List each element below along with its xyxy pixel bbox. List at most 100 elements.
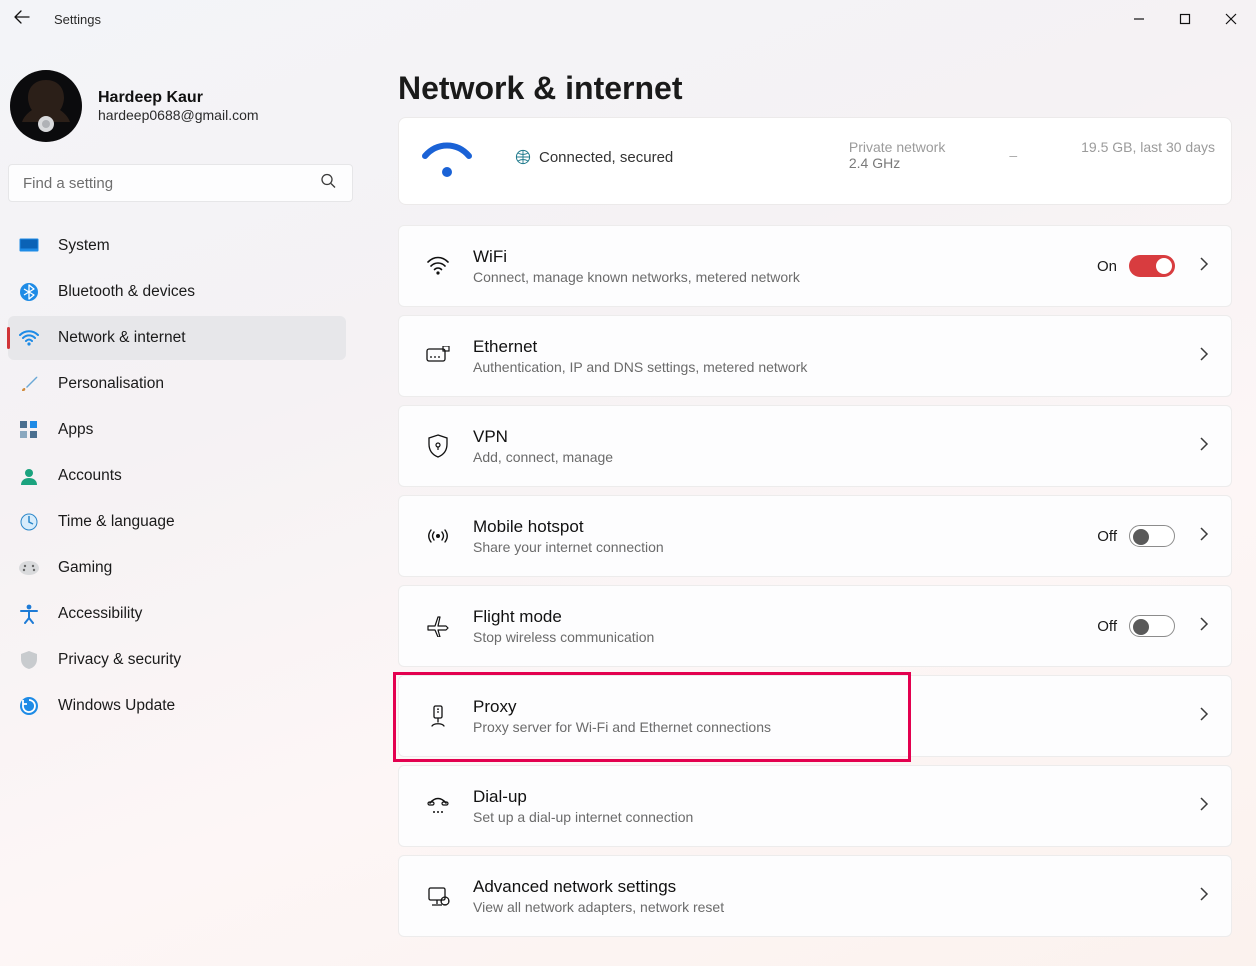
hotspot-toggle[interactable] (1129, 525, 1175, 547)
row-subtitle: Add, connect, manage (473, 449, 613, 465)
sidebar-item-network[interactable]: Network & internet (8, 316, 346, 360)
chevron-right-icon (1199, 886, 1209, 907)
settings-window: Settings (0, 0, 1256, 966)
connection-summary-card[interactable]: Connected, secured Private network 2.4 G… (398, 117, 1232, 205)
settings-row-dialup[interactable]: Dial-up Set up a dial-up internet connec… (398, 765, 1232, 847)
row-title: WiFi (473, 247, 800, 267)
row-subtitle: Share your internet connection (473, 539, 664, 555)
settings-row-vpn[interactable]: VPN Add, connect, manage (398, 405, 1232, 487)
row-subtitle: Stop wireless communication (473, 629, 654, 645)
toggle-label: On (1097, 258, 1117, 275)
sidebar-item-label: Accounts (58, 467, 122, 485)
toggle-label: Off (1097, 528, 1117, 545)
profile-section[interactable]: Hardeep Kaur hardeep0688@gmail.com (8, 70, 356, 142)
chevron-right-icon (1199, 256, 1209, 277)
sidebar-item-label: Time & language (58, 513, 175, 531)
globe-icon (515, 149, 531, 165)
row-text: Advanced network settings View all netwo… (473, 877, 724, 915)
separator: – (1009, 147, 1017, 163)
sidebar-item-privacy-security[interactable]: Privacy & security (8, 638, 346, 682)
gaming-icon (18, 557, 40, 579)
display-icon (18, 235, 40, 257)
sidebar-item-label: Accessibility (58, 605, 142, 623)
sidebar-item-label: Personalisation (58, 375, 164, 393)
row-title: Mobile hotspot (473, 517, 664, 537)
sidebar-item-accessibility[interactable]: Accessibility (8, 592, 346, 636)
row-subtitle: Set up a dial-up internet connection (473, 809, 693, 825)
sidebar-item-windows-update[interactable]: Windows Update (8, 684, 346, 728)
row-subtitle: Connect, manage known networks, metered … (473, 269, 800, 285)
row-text: WiFi Connect, manage known networks, met… (473, 247, 800, 285)
clock-globe-icon (18, 511, 40, 533)
minimize-button[interactable] (1116, 0, 1162, 38)
sidebar-item-apps[interactable]: Apps (8, 408, 346, 452)
titlebar-left: Settings (2, 9, 101, 30)
sidebar-item-gaming[interactable]: Gaming (8, 546, 346, 590)
row-text: Dial-up Set up a dial-up internet connec… (473, 787, 693, 825)
search-input[interactable] (8, 164, 353, 202)
advanced-network-icon (421, 885, 455, 907)
sidebar-item-system[interactable]: System (8, 224, 346, 268)
update-icon (18, 695, 40, 717)
app-name: Settings (54, 12, 101, 27)
sidebar-item-personalisation[interactable]: Personalisation (8, 362, 346, 406)
toggle-label: Off (1097, 618, 1117, 635)
sidebar-item-label: Apps (58, 421, 93, 439)
sidebar-item-accounts[interactable]: Accounts (8, 454, 346, 498)
sidebar-item-label: Privacy & security (58, 651, 181, 669)
row-text: Flight mode Stop wireless communication (473, 607, 654, 645)
settings-row-advanced[interactable]: Advanced network settings View all netwo… (398, 855, 1232, 937)
row-title: Flight mode (473, 607, 654, 627)
settings-row-proxy[interactable]: Proxy Proxy server for Wi-Fi and Etherne… (398, 675, 1232, 757)
settings-row-mobile-hotspot[interactable]: Mobile hotspot Share your internet conne… (398, 495, 1232, 577)
airplane-icon (421, 615, 455, 637)
connection-network-type: Private network 2.4 GHz (849, 139, 945, 171)
row-title: Advanced network settings (473, 877, 724, 897)
page-title: Network & internet (398, 70, 1232, 107)
close-button[interactable] (1208, 0, 1254, 38)
chevron-right-icon (1199, 796, 1209, 817)
row-title: Ethernet (473, 337, 807, 357)
paintbrush-icon (18, 373, 40, 395)
accessibility-icon (18, 603, 40, 625)
connection-status: Connected, secured (515, 149, 673, 166)
row-title: Proxy (473, 697, 771, 717)
sidebar-item-time-language[interactable]: Time & language (8, 500, 346, 544)
main-content: Network & internet Connected, secured Pr… (370, 38, 1256, 966)
person-icon (18, 465, 40, 487)
apps-icon (18, 419, 40, 441)
row-subtitle: Proxy server for Wi-Fi and Ethernet conn… (473, 719, 771, 735)
wifi-toggle[interactable] (1129, 255, 1175, 277)
hotspot-toggle-group: Off (1097, 525, 1175, 547)
search-icon (320, 173, 336, 194)
row-text: Ethernet Authentication, IP and DNS sett… (473, 337, 807, 375)
sidebar-item-label: Bluetooth & devices (58, 283, 195, 301)
maximize-button[interactable] (1162, 0, 1208, 38)
connection-status-text: Connected, secured (539, 149, 673, 166)
proxy-icon (421, 705, 455, 727)
back-button[interactable] (14, 9, 30, 30)
sidebar-item-label: Network & internet (58, 329, 186, 347)
avatar (10, 70, 82, 142)
settings-row-flight-mode[interactable]: Flight mode Stop wireless communication … (398, 585, 1232, 667)
flight-toggle[interactable] (1129, 615, 1175, 637)
sidebar-item-label: System (58, 237, 110, 255)
row-text: Proxy Proxy server for Wi-Fi and Etherne… (473, 697, 771, 735)
profile-text: Hardeep Kaur hardeep0688@gmail.com (98, 89, 259, 123)
settings-row-ethernet[interactable]: Ethernet Authentication, IP and DNS sett… (398, 315, 1232, 397)
settings-row-wifi[interactable]: WiFi Connect, manage known networks, met… (398, 225, 1232, 307)
sidebar: Hardeep Kaur hardeep0688@gmail.com Syste… (0, 38, 370, 966)
search-box[interactable] (8, 164, 356, 202)
chevron-right-icon (1199, 616, 1209, 637)
row-text: Mobile hotspot Share your internet conne… (473, 517, 664, 555)
shield-lock-icon (421, 434, 455, 458)
row-title: Dial-up (473, 787, 693, 807)
back-arrow-icon (14, 9, 30, 25)
connection-data-usage: 19.5 GB, last 30 days (1081, 139, 1215, 155)
sidebar-item-bluetooth[interactable]: Bluetooth & devices (8, 270, 346, 314)
hotspot-icon (421, 526, 455, 546)
row-text: VPN Add, connect, manage (473, 427, 613, 465)
profile-email: hardeep0688@gmail.com (98, 107, 259, 123)
chevron-right-icon (1199, 436, 1209, 457)
bluetooth-icon (18, 281, 40, 303)
